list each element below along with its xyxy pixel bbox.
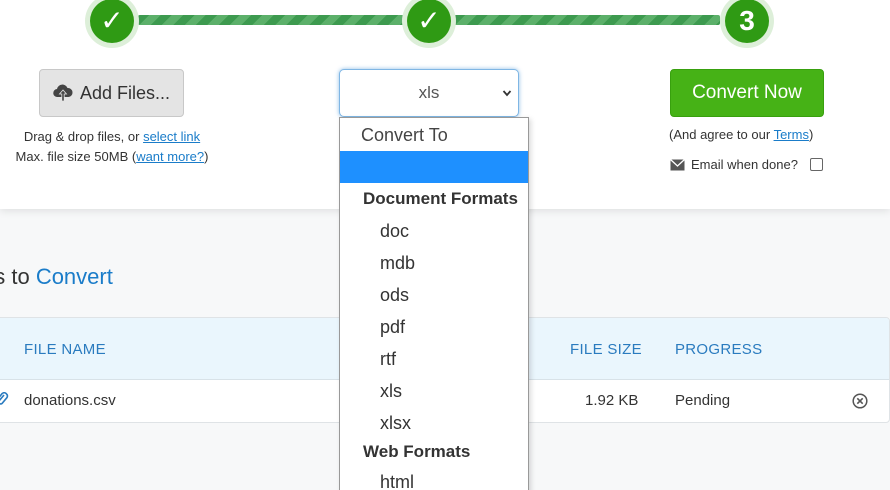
max-size-suffix: ) [204, 149, 209, 164]
envelope-icon [670, 158, 685, 170]
chevron-down-icon [502, 90, 512, 97]
upload-cloud-icon [53, 84, 73, 102]
column-file-name: FILE NAME [24, 341, 106, 358]
progress-bar-2 [454, 15, 720, 25]
file-name-cell: donations.csv [24, 392, 116, 409]
format-dropdown-list: Convert To Document Formats doc mdb ods … [339, 117, 529, 490]
step-3-number: 3 [725, 0, 769, 43]
option-pdf[interactable]: pdf [340, 311, 528, 343]
option-xls[interactable]: xls [340, 375, 528, 407]
group-document-formats: Document Formats [363, 189, 518, 208]
terms-agreement: (And agree to our Terms) [669, 127, 813, 142]
option-doc[interactable]: doc [340, 215, 528, 247]
paperclip-icon [0, 392, 9, 405]
column-progress: PROGRESS [675, 341, 763, 358]
option-highlighted-blank[interactable] [340, 151, 528, 183]
step-2-indicator: ✓ [402, 0, 456, 48]
step-1-indicator: ✓ [85, 0, 139, 48]
max-file-size-hint: Max. file size 50MB (want more?) [0, 149, 224, 164]
option-convert-to[interactable]: Convert To [340, 119, 528, 151]
title-highlight: Convert [35, 264, 113, 289]
agree-text: (And agree to our [669, 127, 774, 142]
progress-bar-1 [138, 15, 404, 25]
step-1-check: ✓ [90, 0, 134, 43]
step-2-check: ✓ [407, 0, 451, 43]
option-xlsx[interactable]: xlsx [340, 407, 528, 439]
terms-link[interactable]: Terms [774, 127, 809, 142]
drag-drop-text: Drag & drop files, or [23, 129, 144, 144]
option-ods[interactable]: ods [340, 279, 528, 311]
option-html[interactable]: html [340, 466, 528, 490]
file-size-cell: 1.92 KB [585, 392, 639, 409]
column-file-size: FILE SIZE [570, 341, 642, 358]
option-mdb[interactable]: mdb [340, 247, 528, 279]
email-when-done: Email when done? [670, 157, 823, 172]
format-select-value: xls [418, 83, 440, 102]
agree-suffix: ) [808, 127, 814, 142]
select-link[interactable]: select link [143, 129, 200, 144]
format-select[interactable]: xls [339, 69, 519, 117]
drag-drop-hint: Drag & drop files, or select link [0, 129, 224, 144]
max-size-text: Max. file size 50MB ( [15, 149, 137, 164]
step-3-indicator: 3 [720, 0, 774, 48]
add-files-button[interactable]: Add Files... [39, 69, 184, 117]
files-section-title: es to Convert [0, 264, 113, 290]
email-checkbox[interactable] [809, 158, 823, 171]
title-prefix: es to [0, 264, 30, 289]
convert-now-button[interactable]: Convert Now [670, 69, 824, 117]
want-more-link[interactable]: want more? [136, 149, 204, 164]
group-web-formats: Web Formats [363, 442, 471, 461]
add-files-label: Add Files... [79, 82, 171, 103]
progress-cell: Pending [675, 392, 731, 409]
remove-file-icon[interactable] [852, 393, 868, 409]
option-rtf[interactable]: rtf [340, 343, 528, 375]
email-label: Email when done? [691, 157, 798, 172]
